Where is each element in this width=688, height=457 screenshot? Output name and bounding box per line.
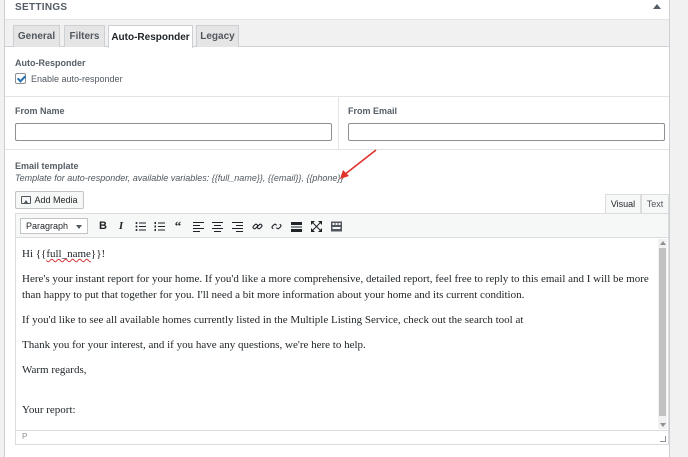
greeting-prefix: Hi {{ <box>22 248 47 260</box>
read-more-icon[interactable] <box>289 219 303 233</box>
toolbar-toggle-icon[interactable] <box>329 219 343 233</box>
from-email-input[interactable] <box>348 123 665 141</box>
panel-header: SETTINGS <box>5 0 669 20</box>
editor-toolbar: Paragraph B I “ <box>15 213 669 238</box>
numbered-list-icon[interactable] <box>152 219 166 233</box>
italic-icon[interactable]: I <box>114 219 128 233</box>
tab-bar: General Filters Auto-Responder Legacy <box>5 20 669 48</box>
from-name-input[interactable] <box>15 123 332 141</box>
scroll-down-icon[interactable] <box>660 423 666 427</box>
closing-line: Your report: <box>22 404 76 416</box>
autoresponder-section-label: Auto-Responder <box>15 58 86 68</box>
settings-panel: SETTINGS General Filters Auto-Responder … <box>4 0 670 457</box>
greeting-line: Hi {{full_name}}! <box>22 246 652 262</box>
align-left-icon[interactable] <box>191 219 205 233</box>
editor-scrollbar[interactable] <box>658 239 667 429</box>
annotation-arrow-icon <box>340 149 377 179</box>
column-divider <box>338 96 339 149</box>
blockquote-icon[interactable]: “ <box>171 218 185 233</box>
enable-autoresponder-checkbox[interactable] <box>15 73 26 84</box>
greeting-variable: full_name <box>46 248 91 260</box>
align-center-icon[interactable] <box>210 219 224 233</box>
tab-legacy[interactable]: Legacy <box>196 25 239 47</box>
add-media-label: Add Media <box>34 195 78 205</box>
editor-content-area[interactable]: Hi {{full_name}}! Here's your instant re… <box>15 238 669 431</box>
element-path[interactable]: P <box>22 432 27 441</box>
format-select[interactable]: Paragraph <box>20 218 88 234</box>
email-template-label: Email template <box>15 161 79 171</box>
tab-general[interactable]: General <box>13 25 60 47</box>
greeting-suffix: }}! <box>90 248 106 260</box>
email-template-description: Template for auto-responder, available v… <box>15 173 344 183</box>
from-email-label: From Email <box>348 106 398 116</box>
unlink-icon[interactable] <box>269 219 283 233</box>
add-media-button[interactable]: Add Media <box>15 191 84 209</box>
panel-title: SETTINGS <box>15 2 68 13</box>
editor-statusbar: P <box>15 431 669 445</box>
enable-autoresponder-row[interactable]: Enable auto-responder <box>15 73 123 84</box>
paragraph: If you'd like to see all available homes… <box>22 314 524 326</box>
paragraph: Here's your instant report for your home… <box>22 273 649 301</box>
media-icon <box>21 196 32 204</box>
text-tab[interactable]: Text <box>641 194 669 213</box>
divider <box>5 96 669 97</box>
tab-auto-responder[interactable]: Auto-Responder <box>108 25 193 48</box>
enable-autoresponder-label: Enable auto-responder <box>31 73 123 84</box>
link-icon[interactable] <box>250 219 264 233</box>
collapse-arrow-icon[interactable] <box>653 4 661 9</box>
divider <box>5 149 669 150</box>
paragraph: Thank you for your interest, and if you … <box>22 339 366 351</box>
format-select-value: Paragraph <box>26 221 69 231</box>
tab-filters[interactable]: Filters <box>64 25 105 47</box>
fullscreen-icon[interactable] <box>309 219 323 233</box>
editor-content[interactable]: Hi {{full_name}}! Here's your instant re… <box>22 246 652 427</box>
from-name-label: From Name <box>15 106 65 116</box>
bullet-list-icon[interactable] <box>133 219 147 233</box>
scroll-up-icon[interactable] <box>660 241 666 245</box>
bold-icon[interactable]: B <box>96 219 110 233</box>
visual-tab[interactable]: Visual <box>605 194 641 213</box>
paragraph: Warm regards, <box>22 364 87 376</box>
resize-handle-icon[interactable] <box>660 436 666 442</box>
scrollbar-thumb[interactable] <box>659 248 666 416</box>
chevron-down-icon <box>76 225 82 229</box>
align-right-icon[interactable] <box>230 219 244 233</box>
